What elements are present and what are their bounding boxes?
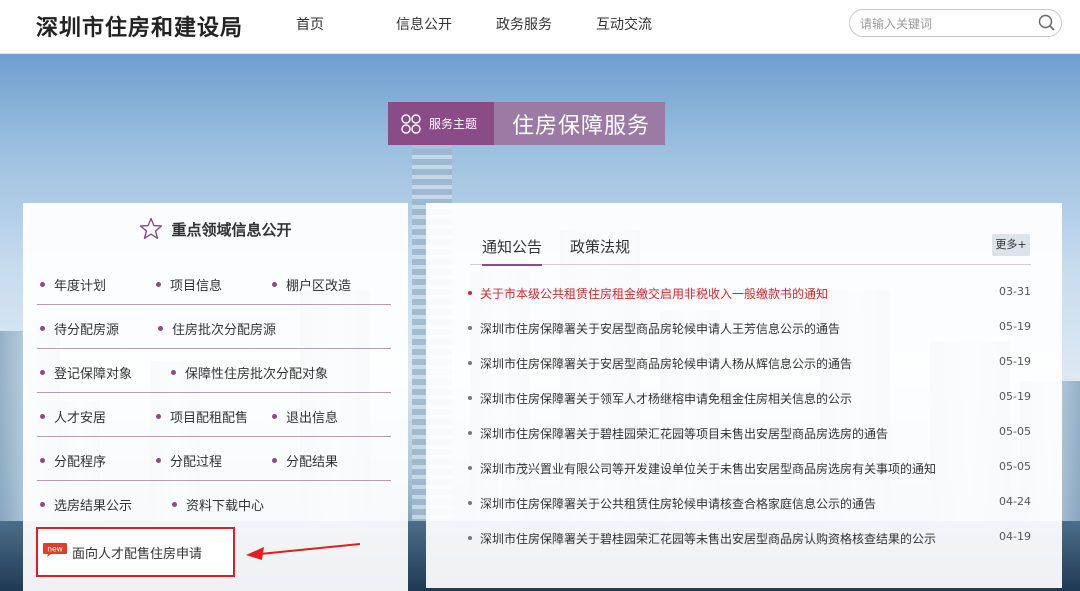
link-housing-to-allocate[interactable]: 待分配房源 [40,319,119,338]
news-date: 05-05 [999,425,1031,438]
news-title[interactable]: 深圳市茂兴置业有限公司等开发建设单位关于未售出安居型商品房选房有关事项的通知 [468,460,936,477]
news-date: 04-19 [999,530,1031,543]
star-icon [140,217,163,239]
news-item[interactable]: 深圳市茂兴置业有限公司等开发建设单位关于未售出安居型商品房选房有关事项的通知 0… [468,460,1031,480]
talent-housing-application-box: new 面向人才配售住房申请 [36,527,235,577]
news-item[interactable]: 深圳市住房保障署关于安居型商品房轮候申请人王芳信息公示的通告 05-19 [468,320,1031,340]
new-badge-text: new [47,545,63,554]
main-nav: 首页 信息公开 政务服务 互动交流 [296,14,696,34]
news-item[interactable]: 深圳市住房保障署关于安居型商品房轮候申请人杨从辉信息公示的通告 05-19 [468,355,1031,375]
news-item[interactable]: 关于市本级公共租赁住房租金缴交启用非税收入一般缴款书的通知 03-31 [468,285,1031,305]
service-theme-tag-label: 服务主题 [429,117,478,131]
news-title[interactable]: 深圳市住房保障署关于公共租赁住房轮候申请核查合格家庭信息公示的通告 [468,495,876,512]
link-row: 年度计划 项目信息 棚户区改造 [37,261,391,305]
announcement-tabs: 通知公告 政策法规 [470,233,1031,266]
grid-icon [401,113,421,134]
link-talent-housing[interactable]: 人才安居 [40,407,106,426]
nav-government-services[interactable]: 政务服务 [496,14,596,34]
link-shantytown-renovation[interactable]: 棚户区改造 [272,275,351,294]
news-title[interactable]: 深圳市住房保障署关于安居型商品房轮候申请人杨从辉信息公示的通告 [468,355,852,372]
site-header: 深圳市住房和建设局 首页 信息公开 政务服务 互动交流 [0,0,1080,54]
tab-notices[interactable]: 通知公告 [482,236,543,266]
red-arrow-annotation [246,543,361,560]
news-item[interactable]: 深圳市住房保障署关于领军人才杨继榕申请免租金住房相关信息的公示 05-19 [468,390,1031,410]
news-title[interactable]: 深圳市住房保障署关于碧桂园荣汇花园等项目未售出安居型商品房选房的通告 [468,425,888,442]
link-download-center[interactable]: 资料下载中心 [172,495,264,514]
service-theme-tag: 服务主题 [388,102,494,145]
link-row: 人才安居 项目配租配售 退出信息 [37,393,391,437]
link-row: 分配程序 分配过程 分配结果 [37,437,391,481]
link-allocation-procedure[interactable]: 分配程序 [40,451,106,470]
news-item[interactable]: 深圳市住房保障署关于碧桂园荣汇花园等项目未售出安居型商品房选房的通告 05-05 [468,425,1031,445]
link-selection-result[interactable]: 选房结果公示 [40,495,132,514]
news-date: 05-19 [999,320,1031,333]
news-title[interactable]: 深圳市住房保障署关于领军人才杨继榕申请免租金住房相关信息的公示 [468,390,852,407]
news-date: 05-19 [999,390,1031,403]
service-theme-title: 住房保障服务 [494,102,665,145]
key-info-title-text: 重点领域信息公开 [171,221,292,239]
news-date: 05-19 [999,355,1031,368]
link-project-info[interactable]: 项目信息 [156,275,222,294]
search-icon[interactable] [1037,13,1057,33]
link-row: 待分配房源 住房批次分配房源 [37,305,391,349]
link-annual-plan[interactable]: 年度计划 [40,275,106,294]
nav-home[interactable]: 首页 [296,14,396,34]
nav-interaction[interactable]: 互动交流 [596,14,696,34]
tab-policies[interactable]: 政策法规 [570,236,630,264]
nav-info-disclosure[interactable]: 信息公开 [396,14,496,34]
more-button[interactable]: 更多+ [992,234,1030,256]
news-title[interactable]: 关于市本级公共租赁住房租金缴交启用非税收入一般缴款书的通知 [468,285,828,302]
announcements-panel: 通知公告 政策法规 更多+ 关于市本级公共租赁住房租金缴交启用非税收入一般缴款书… [426,203,1062,588]
new-badge-icon: new [43,543,67,557]
news-title[interactable]: 深圳市住房保障署关于碧桂园荣汇花园等未售出安居型商品房认购资格核查结果的公示 [468,530,936,547]
key-info-title: 重点领域信息公开 [23,217,408,242]
search-input[interactable] [860,14,1030,33]
link-exit-info[interactable]: 退出信息 [272,407,338,426]
news-item[interactable]: 深圳市住房保障署关于碧桂园荣汇花园等未售出安居型商品房认购资格核查结果的公示 0… [468,530,1031,550]
news-title[interactable]: 深圳市住房保障署关于安居型商品房轮候申请人王芳信息公示的通告 [468,320,840,337]
news-date: 04-24 [999,495,1031,508]
link-row: 选房结果公示 资料下载中心 [37,481,391,525]
news-item[interactable]: 深圳市住房保障署关于公共租赁住房轮候申请核查合格家庭信息公示的通告 04-24 [468,495,1031,515]
link-registered-recipients[interactable]: 登记保障对象 [40,363,132,382]
news-date: 03-31 [999,285,1031,298]
site-logo[interactable]: 深圳市住房和建设局 [36,10,243,42]
link-allocation-result[interactable]: 分配结果 [272,451,338,470]
link-batch-allocation-housing[interactable]: 住房批次分配房源 [158,319,276,338]
service-theme-banner: 服务主题 住房保障服务 [388,102,665,145]
link-row: 登记保障对象 保障性住房批次分配对象 [37,349,391,393]
search-box [849,9,1062,37]
link-project-rent-sale[interactable]: 项目配租配售 [156,407,248,426]
talent-housing-application-link[interactable]: 面向人才配售住房申请 [72,543,202,562]
news-date: 05-05 [999,460,1031,473]
link-allocation-process[interactable]: 分配过程 [156,451,222,470]
link-batch-allocation-recipients[interactable]: 保障性住房批次分配对象 [171,363,328,382]
